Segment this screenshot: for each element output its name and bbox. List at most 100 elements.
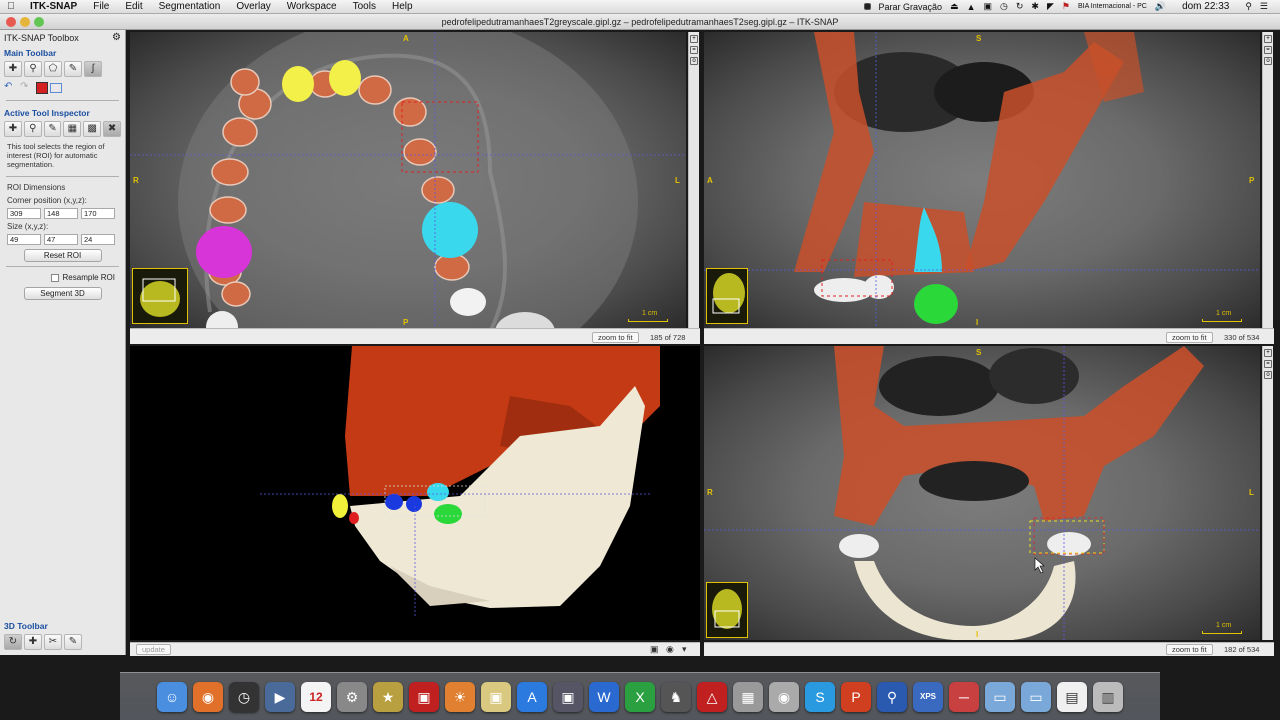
axial-thumbnail[interactable]	[132, 268, 188, 324]
cable-icon[interactable]: ─	[949, 681, 979, 712]
firefox-icon[interactable]: ◉	[193, 681, 223, 712]
axial-camera-icon[interactable]: o	[690, 57, 698, 65]
photo-booth-icon[interactable]: ▣	[409, 681, 439, 712]
time-machine-icon[interactable]: ◷	[1000, 1, 1008, 12]
remote-desktop-icon[interactable]: A	[517, 681, 547, 712]
upload-icon[interactable]: ▲	[967, 2, 976, 12]
sagittal-list-icon[interactable]: =	[1264, 46, 1272, 54]
size-z-field[interactable]: 24	[81, 234, 115, 245]
close-window-icon[interactable]	[6, 17, 16, 27]
3d-update-button[interactable]: update	[136, 644, 171, 655]
imovie-icon[interactable]: ★	[373, 681, 403, 712]
menu-help[interactable]: Help	[384, 0, 421, 14]
resample-roi-checkbox[interactable]: Resample ROI	[0, 271, 125, 284]
axial-list-icon[interactable]: =	[690, 46, 698, 54]
spotlight-icon[interactable]: ⚲	[1245, 1, 1252, 12]
polygon-tool-icon[interactable]: ⬠	[44, 61, 62, 77]
coronal-view[interactable]: S I R L 1 cm	[704, 346, 1260, 640]
inspector-tools-icon[interactable]: ✖	[103, 121, 121, 137]
utility-icon[interactable]: ◉	[769, 681, 799, 712]
word-icon[interactable]: ▣	[553, 681, 583, 712]
notification-center-icon[interactable]: ☰	[1260, 1, 1268, 12]
stop-recording-label[interactable]: Parar Gravação	[879, 2, 943, 12]
calculator-icon[interactable]: △	[697, 681, 727, 712]
sagittal-zoom-to-fit-button[interactable]: zoom to fit	[1166, 332, 1213, 343]
layer-view-icon[interactable]	[50, 83, 62, 93]
preview-icon[interactable]: ☀	[445, 681, 475, 712]
finder-icon[interactable]: ☺	[157, 681, 187, 712]
zoom-tool-icon[interactable]: ⚲	[24, 61, 42, 77]
rotate-3d-icon[interactable]: ↻	[4, 634, 22, 650]
3d-reset-view-icon[interactable]: ▣	[650, 644, 659, 655]
calendar-icon[interactable]: 12	[301, 681, 331, 712]
folder-icon[interactable]: ▭	[1021, 681, 1051, 712]
powerpoint-icon[interactable]: P	[841, 681, 871, 712]
corner-y-field[interactable]: 148	[44, 208, 78, 219]
scalpel-3d-icon[interactable]: ✂	[44, 634, 62, 650]
flag-icon[interactable]: ⚑	[1062, 1, 1070, 12]
segment-3d-button[interactable]: Segment 3D	[23, 287, 102, 300]
document-icon[interactable]: ▤	[1057, 681, 1087, 712]
folder-icon[interactable]: ▭	[985, 681, 1015, 712]
toolbox-settings-icon[interactable]: ⚙	[112, 32, 121, 43]
dashboard-icon[interactable]: ◷	[229, 681, 259, 712]
chess-icon[interactable]: X	[625, 681, 655, 712]
resample-roi-checkbox-box[interactable]	[50, 273, 59, 282]
zoom-window-icon[interactable]	[34, 17, 44, 27]
3d-camera-icon[interactable]: ◉	[666, 644, 674, 655]
menu-edit[interactable]: Edit	[117, 0, 150, 14]
menu-file[interactable]: File	[85, 0, 117, 14]
sagittal-layout-icon[interactable]: +	[1264, 35, 1272, 43]
redo-icon[interactable]: ↷	[20, 81, 34, 94]
corner-z-field[interactable]: 170	[81, 208, 115, 219]
sagittal-view[interactable]: S I A P 1 cm	[704, 32, 1260, 328]
coronal-list-icon[interactable]: =	[1264, 360, 1272, 368]
stop-recording-icon[interactable]	[863, 3, 871, 10]
disk-utility-icon[interactable]: ▦	[733, 681, 763, 712]
wifi-icon[interactable]: ◤	[1047, 1, 1054, 12]
quicktime-x-icon[interactable]: ⚲	[877, 681, 907, 712]
clock[interactable]: dom 22:33	[1182, 1, 1229, 12]
sagittal-thumbnail[interactable]	[706, 268, 748, 324]
minimize-window-icon[interactable]	[20, 17, 30, 27]
system-preferences-icon[interactable]: ⚙	[337, 681, 367, 712]
3d-menu-icon[interactable]: ▾	[682, 644, 687, 655]
menu-tools[interactable]: Tools	[345, 0, 384, 14]
apple-menu-icon[interactable]: 	[0, 1, 22, 12]
inspector-grid-icon[interactable]: ▦	[63, 121, 82, 137]
app-menu[interactable]: ITK-SNAP	[22, 0, 85, 14]
corner-x-field[interactable]: 309	[7, 208, 41, 219]
size-y-field[interactable]: 47	[44, 234, 78, 245]
inspector-zoom-icon[interactable]: ⚲	[23, 121, 42, 137]
input-source-label[interactable]: BIA Internacional - PC	[1078, 3, 1147, 10]
spray-3d-icon[interactable]: ✎	[64, 634, 82, 650]
xps-viewer-icon[interactable]: XPS	[913, 681, 943, 712]
crosshair-3d-icon[interactable]: ✚	[24, 634, 42, 650]
inspector-roi-icon[interactable]: ▩	[83, 121, 102, 137]
display-icon[interactable]: ▣	[984, 1, 993, 12]
axial-layout-icon[interactable]: +	[690, 35, 698, 43]
inspector-crosshair-icon[interactable]: ✚	[4, 121, 22, 137]
coronal-thumbnail[interactable]	[706, 582, 748, 638]
coronal-camera-icon[interactable]: o	[1264, 371, 1272, 379]
eject-icon[interactable]: ⏏	[950, 1, 959, 12]
crosshair-tool-icon[interactable]: ✚	[4, 61, 22, 77]
inspector-brush-icon[interactable]: ✎	[43, 121, 62, 137]
sagittal-camera-icon[interactable]: o	[1264, 57, 1272, 65]
reset-roi-button[interactable]: Reset ROI	[23, 249, 102, 262]
app-store-icon[interactable]: ▣	[481, 681, 511, 712]
excel-icon[interactable]: W	[589, 681, 619, 712]
axial-view[interactable]: A P R L 1 cm	[130, 32, 686, 328]
sync-icon[interactable]: ↻	[1016, 1, 1024, 12]
menu-workspace[interactable]: Workspace	[279, 0, 345, 14]
acrobat-icon[interactable]: ♞	[661, 681, 691, 712]
coronal-zoom-to-fit-button[interactable]: zoom to fit	[1166, 644, 1213, 655]
volume-icon[interactable]: 🔊	[1155, 1, 1166, 12]
paintbrush-tool-icon[interactable]: ✎	[64, 61, 82, 77]
axial-zoom-to-fit-button[interactable]: zoom to fit	[592, 332, 639, 343]
label-color-icon[interactable]	[36, 82, 48, 94]
menu-overlay[interactable]: Overlay	[228, 0, 278, 14]
menu-segmentation[interactable]: Segmentation	[151, 0, 229, 14]
trash-icon[interactable]: ▥	[1093, 681, 1123, 712]
quicktime-icon[interactable]: ▶	[265, 681, 295, 712]
